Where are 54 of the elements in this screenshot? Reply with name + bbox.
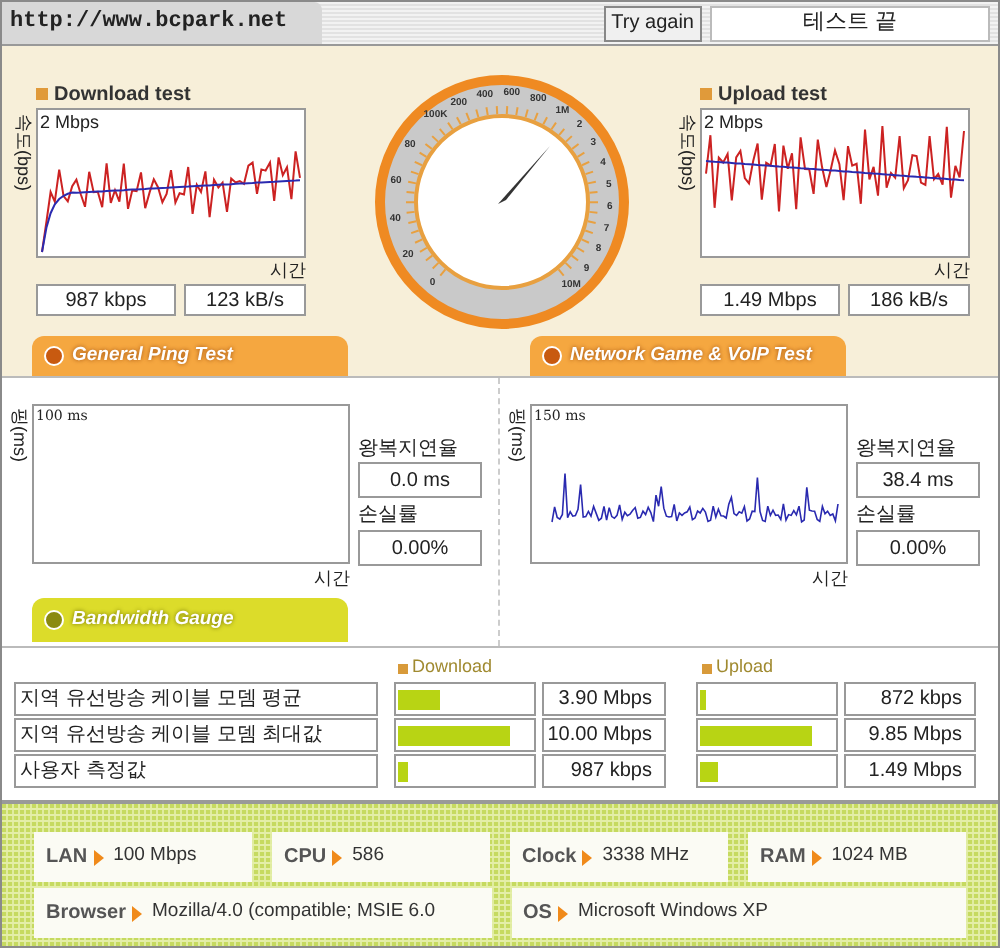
bullet-icon	[702, 663, 712, 673]
table-cell: 987 kbps	[542, 754, 666, 788]
info-value: 3338 MHz	[602, 842, 690, 871]
axis-label: 속도(bps)	[676, 114, 700, 192]
try-again-button[interactable]: Try again	[603, 5, 702, 41]
panel-title: Download test	[54, 81, 191, 109]
table-cell: 지역 유선방송 케이블 모뎀 최대값	[14, 718, 378, 752]
info-label: OS	[523, 900, 552, 928]
bullet-icon	[700, 88, 712, 100]
field-label: 손실률	[358, 502, 420, 530]
info-value: 1024 MB	[831, 842, 908, 871]
axis-label: 시간	[270, 258, 306, 284]
info-label: RAM	[760, 844, 806, 872]
table-cell: 사용자 측정값	[14, 754, 378, 788]
axis-label: 시간	[314, 566, 350, 592]
scale-label: 2 Mbps	[704, 114, 764, 132]
table-cell: 872 kbps	[844, 682, 976, 716]
info-value: Mozilla/4.0 (compatible; MSIE 6.0	[152, 898, 436, 927]
panel-title: Upload test	[718, 81, 827, 109]
value-field: 123 kB/s	[184, 284, 306, 316]
axis-label: 핑(ms)	[10, 408, 30, 462]
field-label: 왕복지연율	[358, 436, 460, 462]
info-label: Clock	[522, 844, 577, 872]
axis-label: 시간	[934, 258, 970, 284]
value-field: 186 kB/s	[848, 284, 970, 316]
table-cell: 3.90 Mbps	[542, 682, 666, 716]
axis-label: 속도(bps)	[12, 114, 36, 192]
value-field: 0.00%	[358, 530, 482, 566]
value-field: 0.00%	[856, 530, 980, 566]
column-header: Download	[412, 654, 493, 681]
info-value: Microsoft Windows XP	[577, 898, 768, 927]
info-label: Browser	[46, 900, 127, 928]
axis-label: 시간	[812, 566, 848, 592]
axis-label: 핑(ms)	[508, 408, 528, 462]
field-label: 손실률	[856, 502, 918, 530]
info-value: 586	[352, 842, 384, 871]
info-label: LAN	[46, 844, 88, 872]
bullet-icon	[36, 88, 48, 100]
table-cell: 지역 유선방송 케이블 모뎀 평균	[14, 682, 378, 716]
status-field: 테스트 끝	[710, 5, 990, 41]
value-field: 38.4 ms	[856, 462, 980, 498]
field-label: 왕복지연율	[856, 436, 958, 462]
value-field: 987 kbps	[36, 284, 176, 316]
info-value: 100 Mbps	[113, 842, 197, 871]
value-field: 1.49 Mbps	[700, 284, 840, 316]
bullet-icon	[398, 663, 408, 673]
site-address: http://www.bcpark.net	[2, 2, 322, 44]
scale-label: 2 Mbps	[40, 114, 100, 132]
column-header: Upload	[716, 654, 774, 681]
table-cell: 9.85 Mbps	[844, 718, 976, 752]
value-field: 0.0 ms	[358, 462, 482, 498]
table-cell: 10.00 Mbps	[542, 718, 666, 752]
info-label: CPU	[284, 844, 327, 872]
table-cell: 1.49 Mbps	[844, 754, 976, 788]
